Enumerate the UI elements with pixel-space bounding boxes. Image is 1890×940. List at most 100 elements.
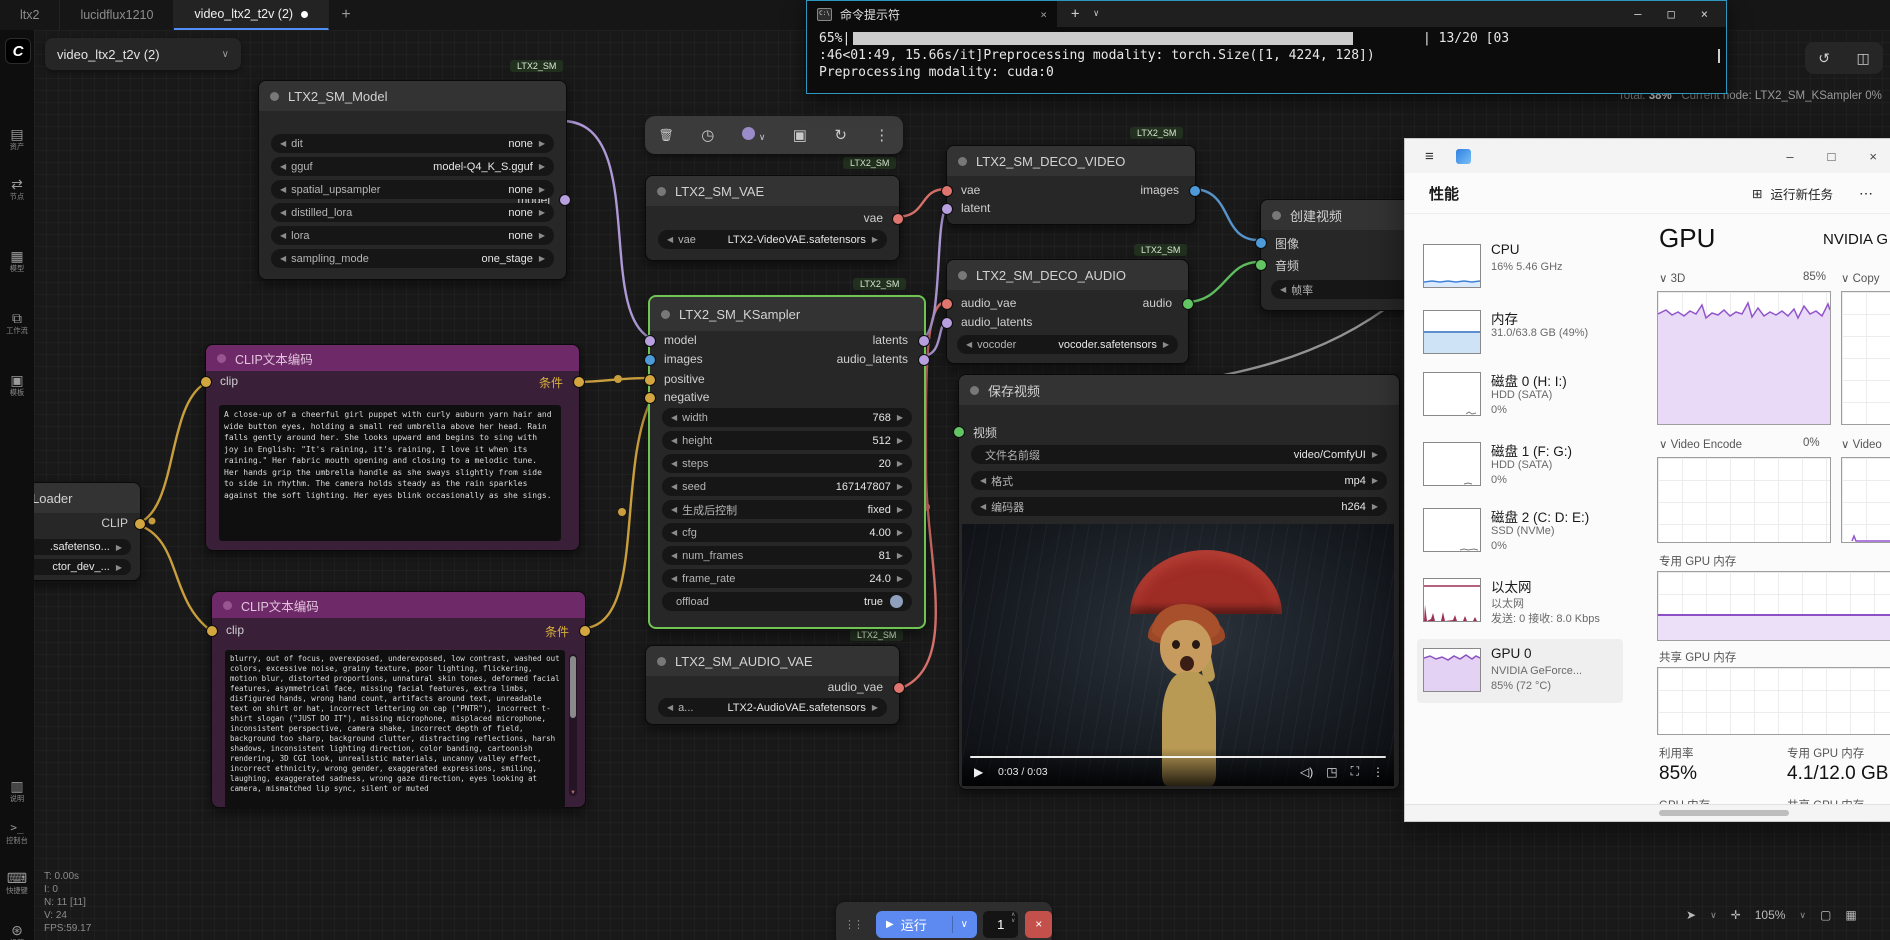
- new-terminal-tab-button[interactable]: +: [1071, 6, 1079, 22]
- node-header[interactable]: LTX2_SM_Model: [259, 81, 566, 111]
- collapse-dot-icon[interactable]: [958, 157, 967, 166]
- batch-count-stepper[interactable]: 1 ∧∨: [983, 911, 1018, 938]
- scroll-down-icon[interactable]: ▼: [569, 790, 577, 796]
- output-port-conditioning[interactable]: [579, 625, 591, 637]
- terminal-window[interactable]: C:\ 命令提示符 × + ∨ – □ × 65%| | 13/20 [03 :…: [806, 0, 1727, 94]
- play-icon[interactable]: ▶: [974, 765, 983, 779]
- widget-distilled-lora[interactable]: distilled_loranone: [271, 203, 554, 222]
- node-ltx2-sm-deco-audio[interactable]: LTX2_SM_DECO_AUDIO audio_vae audio_laten…: [946, 259, 1189, 364]
- widget-format[interactable]: 格式 mp4: [971, 471, 1387, 490]
- perf-item-disk0[interactable]: 磁盘 0 (H: I:) HDD (SATA) 0%: [1417, 363, 1623, 427]
- sidebar-item-shortcuts[interactable]: ⌨ 快捷键: [0, 870, 34, 896]
- widget-sampling-mode[interactable]: sampling_modeone_stage: [271, 249, 554, 268]
- sidebar-item-assets[interactable]: ▤ 资产: [0, 126, 34, 152]
- node-header[interactable]: CLIP文本编码: [212, 592, 585, 618]
- output-port-clip[interactable]: [134, 518, 146, 530]
- close-icon[interactable]: ×: [1701, 7, 1708, 21]
- widget-offload-toggle[interactable]: offloadtrue: [662, 592, 912, 611]
- collapse-dot-icon[interactable]: [217, 354, 226, 363]
- widget-frame-rate[interactable]: frame_rate24.0: [662, 569, 912, 588]
- sidebar-item-workflows[interactable]: ⧉ 工作流: [0, 310, 34, 336]
- sidebar-item-docs[interactable]: ▥ 说明: [0, 778, 34, 804]
- new-tab-button[interactable]: +: [329, 0, 363, 30]
- node-create-video[interactable]: 创建视频 图像 音频 帧率: [1260, 199, 1422, 311]
- video-preview[interactable]: ▶ 0:03 / 0:03 ◁) ◳ ⛶ ⋮: [962, 524, 1394, 786]
- widget-width[interactable]: width768: [662, 408, 912, 427]
- output-port-audio[interactable]: [1182, 298, 1194, 310]
- widget-gguf[interactable]: ggufmodel-Q4_K_S.gguf: [271, 157, 554, 176]
- kebab-menu-icon[interactable]: ⋮: [1372, 765, 1384, 779]
- widget-control-after-generate[interactable]: 生成后控制fixed: [662, 500, 912, 519]
- output-port-conditioning[interactable]: [573, 376, 585, 388]
- panel-toggle-button[interactable]: ◫: [1857, 50, 1870, 67]
- input-port-positive[interactable]: [644, 374, 656, 386]
- collapse-icon[interactable]: ▣: [793, 126, 807, 144]
- input-port-images[interactable]: [644, 354, 656, 366]
- pointer-icon[interactable]: ➤: [1686, 908, 1696, 922]
- sidebar-item-templates[interactable]: ▣ 模板: [0, 372, 34, 398]
- node-header[interactable]: CLIP文本编码: [206, 345, 579, 371]
- tab-ltx2[interactable]: ltx2: [0, 0, 60, 30]
- tm-horizontal-scrollbar[interactable]: [1405, 804, 1890, 821]
- widget-lora[interactable]: loranone: [271, 226, 554, 245]
- node-clip-text-encode-positive[interactable]: CLIP文本编码 clip 条件 A close-up of a cheerfu…: [205, 344, 580, 551]
- output-port-latents[interactable]: [918, 335, 930, 347]
- perf-item-ethernet[interactable]: 以太网 以太网 发送: 0 接收: 8.0 Kbps: [1417, 569, 1623, 633]
- cancel-button[interactable]: ×: [1025, 911, 1052, 938]
- node-header[interactable]: LTX2_SM_AUDIO_VAE: [646, 646, 899, 676]
- input-port-audio-latents[interactable]: [941, 317, 953, 329]
- node-header[interactable]: 保存视频: [959, 375, 1399, 405]
- terminal-title-bar[interactable]: C:\ 命令提示符 × + ∨ – □ ×: [807, 1, 1726, 27]
- crosshair-icon[interactable]: ✛: [1731, 908, 1741, 922]
- section-3d[interactable]: ∨ 3D: [1659, 271, 1685, 285]
- terminal-dropdown-icon[interactable]: ∨: [1093, 9, 1098, 19]
- widget-vocoder[interactable]: vocoder vocoder.safetensors: [957, 335, 1178, 354]
- output-port-vae[interactable]: [892, 213, 904, 225]
- section-copy[interactable]: ∨ Copy: [1841, 271, 1879, 285]
- refresh-icon[interactable]: ↻: [834, 126, 847, 144]
- sidebar-item-nodes[interactable]: ⇄ 节点: [0, 176, 34, 202]
- widget-cfg[interactable]: cfg4.00: [662, 523, 912, 542]
- comfyui-logo-icon[interactable]: C: [5, 38, 31, 64]
- output-port-audio-vae[interactable]: [893, 682, 905, 694]
- tab-video-ltx2-t2v[interactable]: video_ltx2_t2v (2): [174, 0, 329, 30]
- input-port-negative[interactable]: [644, 392, 656, 404]
- input-port-model[interactable]: [644, 335, 656, 347]
- zoom-level[interactable]: 105%: [1755, 908, 1786, 922]
- kebab-menu-icon[interactable]: ⋮: [874, 126, 889, 144]
- scrollbar-thumb[interactable]: [570, 656, 576, 718]
- drag-handle-icon[interactable]: ⋮⋮: [844, 918, 862, 931]
- input-port-clip[interactable]: [200, 376, 212, 388]
- hamburger-icon[interactable]: ≡: [1425, 148, 1434, 165]
- collapse-dot-icon[interactable]: [661, 310, 670, 319]
- perf-item-disk2[interactable]: 磁盘 2 (C: D: E:) SSD (NVMe) 0%: [1417, 499, 1623, 563]
- output-port-model[interactable]: [559, 194, 571, 206]
- node-ltx2-sm-model[interactable]: LTX2_SM_Model model ditnone ggufmodel-Q4…: [258, 80, 567, 280]
- sidebar-item-console[interactable]: >_ 控制台: [0, 820, 34, 846]
- trash-icon[interactable]: 🗑: [659, 128, 674, 142]
- task-manager-window[interactable]: ≡ – □ × 性能 ⊞ 运行新任务 ⋯ CPU 16% 5.46 GHz: [1404, 138, 1890, 822]
- minimize-icon[interactable]: –: [1786, 149, 1793, 164]
- sidebar-item-settings[interactable]: ⊛ 设置: [0, 922, 34, 940]
- collapse-dot-icon[interactable]: [270, 92, 279, 101]
- input-port-clip[interactable]: [206, 625, 218, 637]
- more-options-icon[interactable]: ⋯: [1859, 185, 1873, 202]
- chevron-down-icon[interactable]: ∨: [1710, 910, 1717, 921]
- widget-codec[interactable]: 编码器 h264: [971, 497, 1387, 516]
- input-port-latent[interactable]: [941, 203, 953, 215]
- workflow-selector[interactable]: video_ltx2_t2v (2) ∨: [45, 38, 241, 70]
- output-port-images[interactable]: [1189, 185, 1201, 197]
- widget-seed[interactable]: seed167147807: [662, 477, 912, 496]
- node-clip-text-encode-negative[interactable]: CLIP文本编码 clip 条件 blurry, out of focus, o…: [211, 591, 586, 808]
- pip-icon[interactable]: ◳: [1326, 765, 1337, 779]
- node-header[interactable]: LTX2_SM_KSampler: [650, 297, 924, 331]
- minimize-icon[interactable]: –: [1634, 7, 1641, 21]
- stepper-arrows-icon[interactable]: ∧∨: [1011, 912, 1015, 924]
- node-ltx2-sm-deco-video[interactable]: LTX2_SM_DECO_VIDEO vae latent images: [946, 145, 1196, 225]
- widget-height[interactable]: height512: [662, 431, 912, 450]
- widget-vae-file[interactable]: vae LTX2-VideoVAE.safetensors: [658, 230, 887, 249]
- seek-bar[interactable]: [970, 756, 1386, 759]
- collapse-dot-icon[interactable]: [223, 601, 232, 610]
- perf-item-cpu[interactable]: CPU 16% 5.46 GHz: [1417, 235, 1623, 299]
- node-header[interactable]: 创建视频: [1261, 200, 1421, 230]
